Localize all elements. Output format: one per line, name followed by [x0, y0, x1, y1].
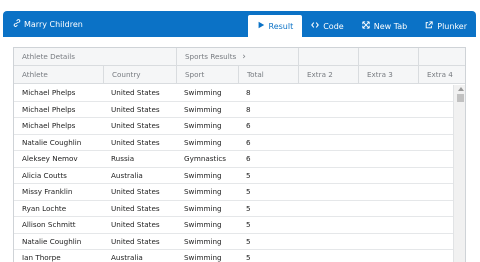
table-cell-sport: Swimming	[184, 220, 222, 230]
tab-bar: Result Code New Tab Plunker	[247, 15, 477, 37]
table-cell-total: 5	[246, 236, 251, 246]
table-cell-athlete: Michael Phelps	[22, 104, 76, 114]
scroll-up-arrow-icon[interactable]	[458, 87, 464, 91]
table-row[interactable]: Missy Franklin United States Swimming 5	[14, 184, 453, 201]
top-bar: Marry Children Result Code New Tab Plunk…	[3, 11, 476, 37]
table-cell-sport: Gymnastics	[184, 154, 227, 164]
table-cell-total: 6	[246, 137, 251, 147]
table-cell-athlete: Alicia Coutts	[22, 170, 67, 180]
table-cell-total: 8	[246, 88, 251, 98]
table-cell-country: United States	[111, 203, 160, 213]
group-sports-results[interactable]: Sports Results ›	[176, 48, 298, 65]
table-row[interactable]: Aleksey Nemov Russia Gymnastics 6	[14, 151, 453, 168]
table-cell-athlete: Aleksey Nemov	[22, 154, 78, 164]
table-cell-athlete: Missy Franklin	[22, 187, 73, 197]
table-cell-country: Russia	[111, 154, 135, 164]
table-cell-sport: Swimming	[184, 121, 222, 131]
table-cell-total: 5	[246, 170, 251, 180]
table-cell-total: 5	[246, 187, 251, 197]
column-header-sport[interactable]: Sport	[176, 66, 238, 83]
table-cell-athlete: Natalie Coughlin	[22, 137, 82, 147]
group-empty-1	[298, 48, 358, 65]
table-cell-athlete: Allison Schmitt	[22, 220, 76, 230]
table-cell-total: 8	[246, 104, 251, 114]
table-cell-country: United States	[111, 88, 160, 98]
tab-result[interactable]: Result	[247, 15, 303, 37]
table-cell-total: 6	[246, 154, 251, 164]
group-empty-3	[418, 48, 465, 65]
column-header-total[interactable]: Total	[238, 66, 298, 83]
tab-new-tab-label: New Tab	[373, 21, 408, 31]
table-row[interactable]: Michael Phelps United States Swimming 8	[14, 85, 453, 102]
column-header-extra-3[interactable]: Extra 3	[358, 66, 418, 83]
table-cell-athlete: Natalie Coughlin	[22, 236, 82, 246]
table-cell-total: 5	[246, 220, 251, 230]
vertical-scrollbar[interactable]	[453, 85, 465, 262]
column-header-country[interactable]: Country	[103, 66, 176, 83]
column-header-row: Athlete Country Sport Total Extra 2 Extra 3 Ex…	[14, 66, 465, 84]
table-row[interactable]: Natalie Coughlin United States Swimming 5	[14, 233, 453, 250]
grid-body: Michael Phelps United States Swimming 8 Mich…	[14, 85, 453, 262]
table-cell-country: Australia	[111, 253, 143, 262]
table-cell-sport: Swimming	[184, 88, 222, 98]
link-icon	[13, 19, 21, 29]
table-cell-country: United States	[111, 121, 160, 131]
table-row[interactable]: Ian Thorpe Australia Swimming 5	[14, 250, 453, 262]
chevron-right-icon[interactable]: ›	[242, 52, 246, 62]
table-cell-sport: Swimming	[184, 104, 222, 114]
expand-icon	[362, 21, 370, 31]
group-athlete-details: Athlete Details	[14, 48, 176, 65]
external-link-icon	[425, 21, 433, 31]
table-row[interactable]: Michael Phelps United States Swimming 6	[14, 118, 453, 135]
table-cell-athlete: Michael Phelps	[22, 88, 76, 98]
table-cell-country: United States	[111, 104, 160, 114]
tab-result-label: Result	[268, 21, 294, 31]
group-empty-2	[358, 48, 418, 65]
group-sports-label: Sports Results	[185, 52, 237, 61]
table-cell-sport: Swimming	[184, 203, 222, 213]
table-cell-total: 6	[246, 121, 251, 131]
data-grid: Athlete Details Sports Results › Athlete…	[13, 47, 466, 262]
tab-plunker[interactable]: Plunker	[416, 15, 476, 37]
table-cell-country: Australia	[111, 170, 143, 180]
tab-code[interactable]: Code	[302, 15, 352, 37]
table-cell-country: United States	[111, 187, 160, 197]
table-cell-country: United States	[111, 220, 160, 230]
table-cell-sport: Swimming	[184, 187, 222, 197]
table-cell-sport: Swimming	[184, 253, 222, 262]
play-icon	[257, 21, 265, 31]
tab-new-tab[interactable]: New Tab	[353, 15, 417, 37]
table-cell-sport: Swimming	[184, 170, 222, 180]
group-athlete-label: Athlete Details	[22, 52, 76, 61]
column-header-extra-2[interactable]: Extra 2	[298, 66, 358, 83]
column-header-extra-4[interactable]: Extra 4	[418, 66, 465, 83]
table-row[interactable]: Allison Schmitt United States Swimming 5	[14, 217, 453, 234]
column-header-athlete[interactable]: Athlete	[14, 66, 103, 83]
table-row[interactable]: Ryan Lochte United States Swimming 5	[14, 200, 453, 217]
table-cell-athlete: Ryan Lochte	[22, 203, 67, 213]
table-cell-total: 5	[246, 203, 251, 213]
brand-label: Marry Children	[24, 19, 83, 29]
brand-link[interactable]: Marry Children	[13, 11, 83, 37]
table-cell-country: United States	[111, 137, 160, 147]
table-cell-country: United States	[111, 236, 160, 246]
table-row[interactable]: Alicia Coutts Australia Swimming 5	[14, 167, 453, 184]
table-cell-sport: Swimming	[184, 236, 222, 246]
column-group-header: Athlete Details Sports Results ›	[14, 48, 465, 66]
tab-code-label: Code	[323, 21, 344, 31]
table-cell-athlete: Ian Thorpe	[22, 253, 61, 262]
table-row[interactable]: Michael Phelps United States Swimming 8	[14, 101, 453, 118]
table-row[interactable]: Natalie Coughlin United States Swimming 6	[14, 134, 453, 151]
tab-plunker-label: Plunker	[437, 21, 467, 31]
code-icon	[311, 21, 320, 31]
scroll-thumb[interactable]	[457, 94, 464, 102]
table-cell-athlete: Michael Phelps	[22, 121, 76, 131]
table-cell-total: 5	[246, 253, 251, 262]
table-cell-sport: Swimming	[184, 137, 222, 147]
